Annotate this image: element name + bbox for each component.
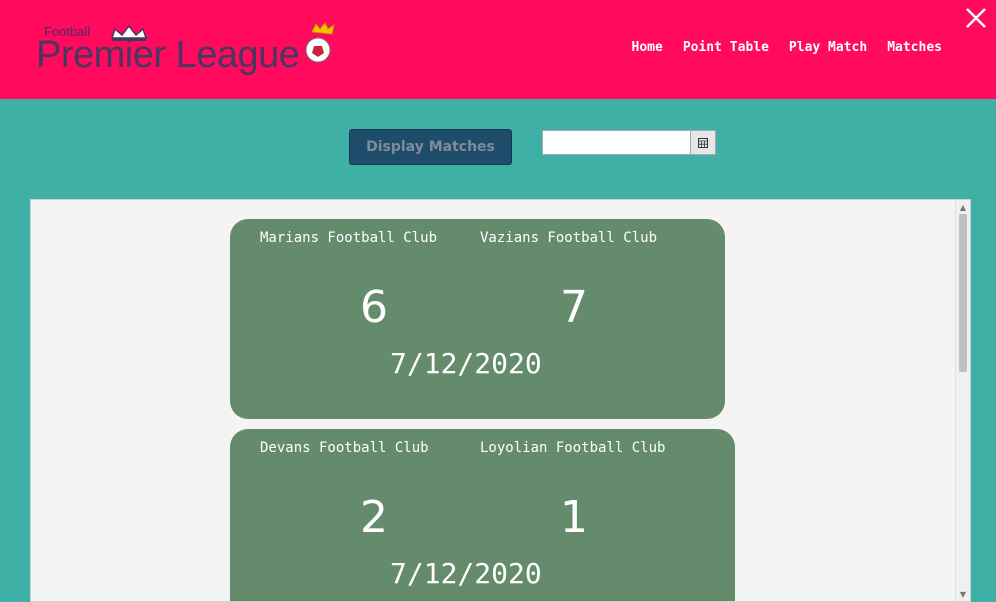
match-card: Devans Football Club Loyolian Football C… [230,429,735,601]
home-team: Devans Football Club [260,440,429,456]
scroll-thumb[interactable] [959,214,967,372]
nav-point-table[interactable]: Point Table [683,40,769,55]
scroll-up-icon[interactable]: ▲ [956,200,970,214]
match-card: Marians Football Club Vazians Football C… [230,219,725,419]
away-score: 1 [560,492,588,543]
match-date: 7/12/2020 [390,347,542,380]
logo-main-text: Premier League [36,34,300,76]
panel-scrollbar[interactable]: ▲ ▼ [955,200,970,601]
away-team: Vazians Football Club [480,230,658,246]
app-header: Football Premier League Home Point Table… [0,0,996,99]
calendar-button[interactable] [690,131,715,154]
away-score: 7 [560,282,588,333]
home-score: 6 [360,282,388,333]
close-icon[interactable] [964,6,988,30]
away-team: Loyolian Football Club [480,440,666,456]
nav-play-match[interactable]: Play Match [789,40,867,55]
date-input[interactable] [543,131,691,154]
nav-matches[interactable]: Matches [887,40,942,55]
display-matches-button[interactable]: Display Matches [349,129,512,165]
date-picker[interactable] [542,130,716,155]
match-date: 7/12/2020 [390,557,542,590]
home-score: 2 [360,492,388,543]
scroll-down-icon[interactable]: ▼ [956,587,970,601]
main-nav: Home Point Table Play Match Matches [632,40,942,55]
premier-league-logo[interactable]: Football Premier League [36,20,346,82]
calendar-icon [698,137,708,148]
nav-home[interactable]: Home [632,40,663,55]
home-team: Marians Football Club [260,230,438,246]
matches-panel: Marians Football Club Vazians Football C… [30,199,971,602]
football-icon [305,22,335,63]
